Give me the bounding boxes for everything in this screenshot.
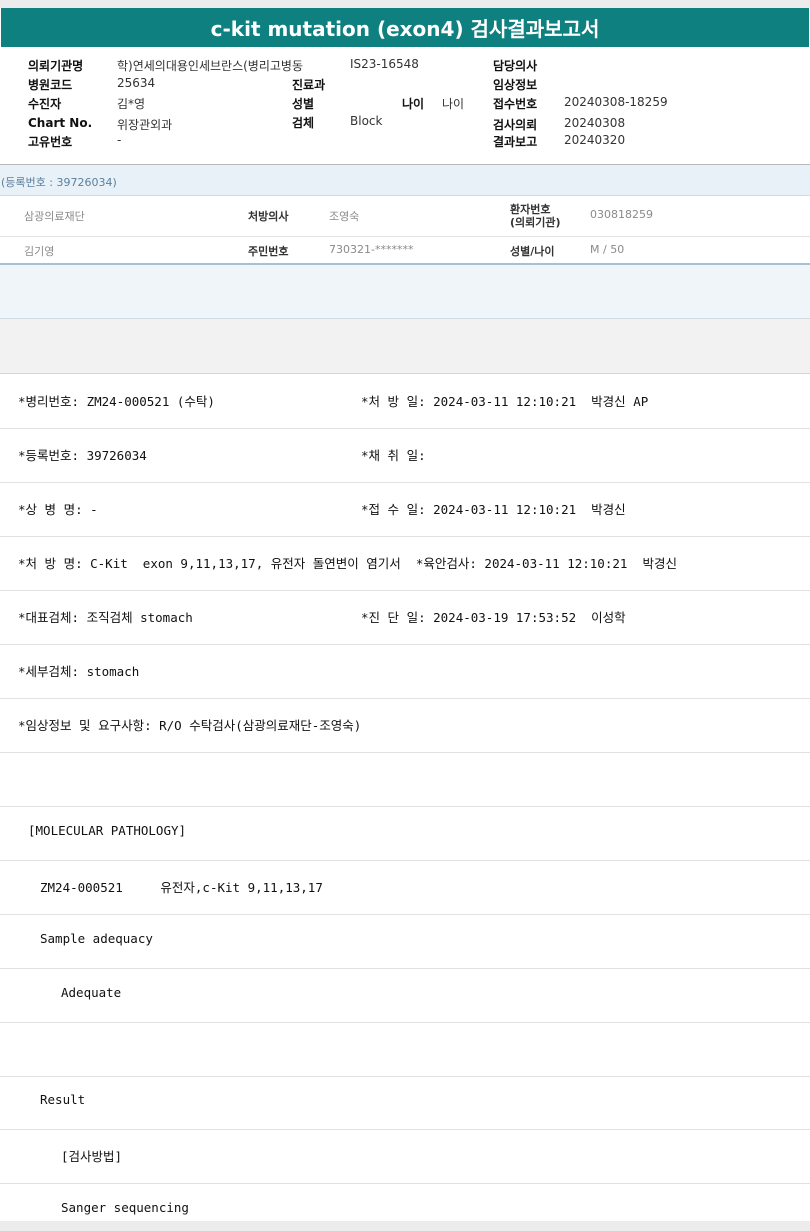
report-line-right: *접 수 일: 2024-03-11 12:10:21 박경신 bbox=[361, 502, 626, 517]
prescriber-value: 조영숙 bbox=[329, 210, 360, 223]
rrn-value: 730321-******* bbox=[329, 243, 414, 256]
report-line: *임상정보 및 요구사항: R/O 수탁검사(삼광의료재단-조영숙) bbox=[18, 718, 362, 733]
accession-no-value: 20240308-18259 bbox=[564, 95, 668, 109]
sex-label: 성별 bbox=[292, 97, 315, 111]
report-line: *대표검체: 조직검체 stomach bbox=[18, 610, 193, 625]
request-date-label: 검사의뢰 bbox=[493, 118, 538, 132]
report-row-sub-specimen: *세부검체: stomach bbox=[0, 644, 810, 699]
report-row-prescription: *처 방 명: C-Kit exon 9,11,13,17, 유전자 돌연변이 … bbox=[0, 536, 810, 591]
report-row-case-gene: ZM24-000521 유전자,c-Kit 9,11,13,17 bbox=[0, 860, 810, 915]
accession-no-label: 접수번호 bbox=[493, 97, 538, 111]
report-row-diagnosis-name: *상 병 명: - *접 수 일: 2024-03-11 12:10:21 박경… bbox=[0, 482, 810, 537]
chart-no-label: Chart No. bbox=[28, 116, 93, 130]
registration-bar: (등록번호 : 39726034) bbox=[0, 165, 810, 196]
patient-row-divider bbox=[0, 236, 810, 237]
report-line: *등록번호: 39726034 bbox=[18, 448, 147, 463]
hospital-code-label: 병원코드 bbox=[28, 78, 73, 92]
report-row-pathology-no: *병리번호: ZM24-000521 (수탁) *처 방 일: 2024-03-… bbox=[0, 374, 810, 429]
report-line: *세부검체: stomach bbox=[18, 664, 140, 679]
institution-label: 의뢰기관명 bbox=[28, 59, 84, 73]
report-row-sample-adequacy: Sample adequacy bbox=[0, 914, 810, 969]
report-row-registration: *등록번호: 39726034 *채 취 일: bbox=[0, 428, 810, 483]
request-date-value: 20240308 bbox=[564, 116, 626, 130]
window-bottom-strip bbox=[0, 1221, 810, 1231]
report-row-result: Result bbox=[0, 1075, 810, 1130]
report-date-label: 결과보고 bbox=[493, 135, 538, 149]
report-row-adequate: Adequate bbox=[0, 968, 810, 1023]
hospital-code-value: 25634 bbox=[117, 76, 156, 90]
unique-no-value: - bbox=[117, 133, 122, 147]
chart-no-value: 위장관외과 bbox=[117, 118, 173, 132]
sex-age-label: 성별/나이 bbox=[510, 245, 555, 258]
patient-full-name: 김기영 bbox=[24, 245, 55, 258]
specimen-label: 검체 bbox=[292, 116, 315, 130]
rrn-label: 주민번호 bbox=[248, 245, 289, 258]
specimen-value: Block bbox=[350, 114, 383, 128]
report-row-molecular-heading: [MOLECULAR PATHOLOGY] bbox=[0, 806, 810, 861]
report-line: Sanger sequencing bbox=[61, 1200, 189, 1215]
report-row-method-heading: [검사방법] bbox=[0, 1129, 810, 1184]
report-line: [검사방법] bbox=[61, 1149, 123, 1164]
institution-name: 삼광의료재단 bbox=[24, 210, 85, 223]
empty-band-blue bbox=[0, 265, 810, 319]
pathology-case-id: IS23-16548 bbox=[350, 57, 419, 71]
department-label: 진료과 bbox=[292, 78, 326, 92]
report-line: *처 방 명: C-Kit exon 9,11,13,17, 유전자 돌연변이 … bbox=[18, 556, 677, 571]
report-line-right: *진 단 일: 2024-03-19 17:53:52 이성학 bbox=[361, 610, 626, 625]
prescriber-label: 처방의사 bbox=[248, 210, 289, 223]
report-line: Result bbox=[40, 1092, 86, 1107]
age-value: 나이 bbox=[442, 97, 465, 111]
sex-age-value: M / 50 bbox=[590, 243, 625, 256]
report-line-right: *처 방 일: 2024-03-11 12:10:21 박경신 AP bbox=[361, 394, 649, 409]
report-row-blank bbox=[0, 1022, 810, 1077]
report-line: [MOLECULAR PATHOLOGY] bbox=[28, 823, 187, 838]
clinical-info-label: 임상정보 bbox=[493, 78, 538, 92]
institution-value: 학)연세의대용인세브란스(병리고병동 bbox=[117, 59, 304, 73]
report-row-specimen: *대표검체: 조직검체 stomach *진 단 일: 2024-03-19 1… bbox=[0, 590, 810, 645]
report-row-blank bbox=[0, 752, 810, 807]
age-label: 나이 bbox=[402, 97, 425, 111]
report-line: ZM24-000521 유전자,c-Kit 9,11,13,17 bbox=[40, 880, 323, 895]
window-top-strip bbox=[0, 0, 810, 8]
unique-no-label: 고유번호 bbox=[28, 135, 73, 149]
patient-name-value: 김*영 bbox=[117, 97, 146, 111]
report-row-clinical-info: *임상정보 및 요구사항: R/O 수탁검사(삼광의료재단-조영숙) bbox=[0, 698, 810, 753]
report-line: Adequate bbox=[61, 985, 122, 1000]
report-title: c-kit mutation (exon4) 검사결과보고서 bbox=[1, 8, 809, 47]
patient-name-label: 수진자 bbox=[28, 97, 62, 111]
report-row-method: Sanger sequencing bbox=[0, 1183, 810, 1221]
patient-no-value: 030818259 bbox=[590, 208, 653, 221]
report-date-value: 20240320 bbox=[564, 133, 626, 147]
patient-no-label: 환자번호 (의뢰기관) bbox=[510, 203, 561, 229]
report-line: *병리번호: ZM24-000521 (수탁) bbox=[18, 394, 215, 409]
report-line: *상 병 명: - bbox=[18, 502, 98, 517]
registration-number: (등록번호 : 39726034) bbox=[1, 176, 117, 189]
report-line-right: *채 취 일: bbox=[361, 448, 426, 463]
empty-band-gray bbox=[0, 319, 810, 374]
report-line: Sample adequacy bbox=[40, 931, 153, 946]
attending-doctor-label: 담당의사 bbox=[493, 59, 538, 73]
